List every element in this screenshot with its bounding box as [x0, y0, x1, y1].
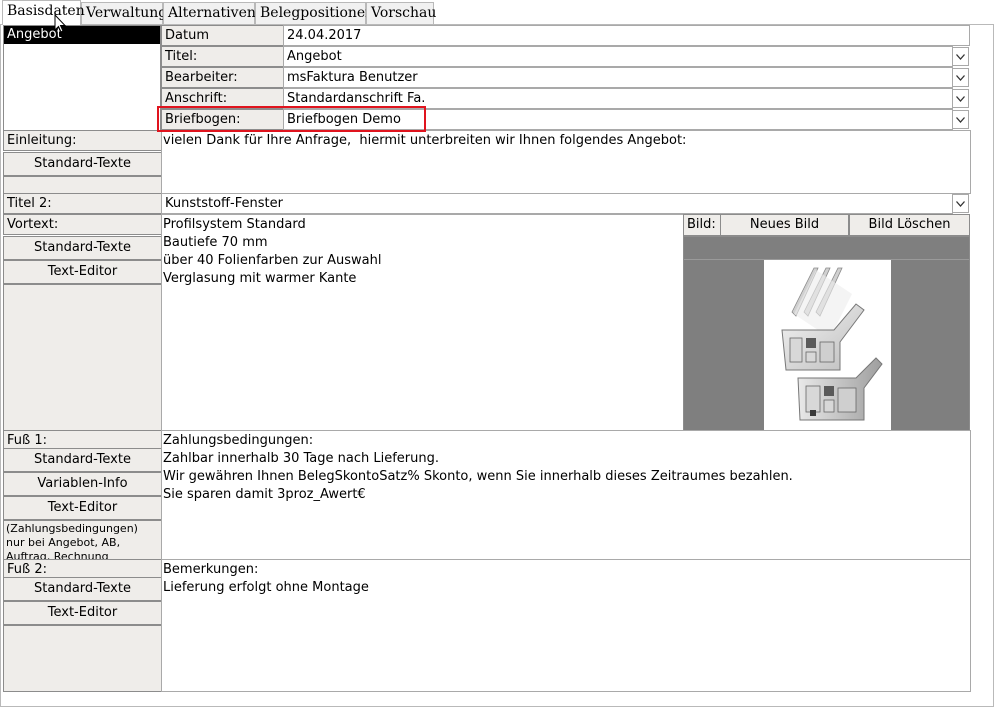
bearbeiter-label: Bearbeiter:: [161, 67, 284, 88]
chevron-down-icon: [956, 53, 965, 60]
window-profile-image: [764, 260, 891, 430]
fuss2-text-editor-button[interactable]: Text-Editor: [3, 601, 162, 625]
chevron-down-icon: [956, 74, 965, 81]
fuss2-line: Bemerkungen:: [163, 562, 259, 577]
einleitung-standard-texte-button[interactable]: Standard-Texte: [3, 152, 162, 176]
tab-vorschau[interactable]: Vorschau: [366, 2, 436, 24]
bearbeiter-dropdown-button[interactable]: [952, 68, 969, 87]
fuss1-standard-texte-button[interactable]: Standard-Texte: [3, 448, 162, 472]
tab-basisdaten[interactable]: Basisdaten: [2, 0, 85, 25]
fuss2-text[interactable]: Bemerkungen: Lieferung erfolgt ohne Mont…: [161, 559, 971, 692]
highlight-box: [157, 106, 426, 132]
fuss1-line: Zahlbar innerhalb 30 Tage nach Lieferung…: [163, 451, 439, 466]
bild-loeschen-button[interactable]: Bild Löschen: [849, 214, 970, 236]
bearbeiter-combo[interactable]: msFaktura Benutzer: [283, 67, 953, 88]
vortext-label: Vortext:: [3, 214, 162, 235]
fuss2-standard-texte-button[interactable]: Standard-Texte: [3, 577, 162, 601]
mouse-cursor-icon: [54, 14, 67, 33]
vortext-text-editor-button[interactable]: Text-Editor: [3, 260, 162, 284]
fuss1-line: Zahlungsbedingungen:: [163, 433, 314, 448]
fuss2-side-panel: [3, 625, 162, 692]
vortext-side-panel: [3, 284, 162, 431]
datum-label: Datum: [161, 25, 284, 46]
vortext-text[interactable]: Profilsystem Standard Bautiefe 70 mm übe…: [161, 214, 684, 431]
fuss1-variablen-info-button[interactable]: Variablen-Info: [3, 472, 162, 496]
fuss2-line: Lieferung erfolgt ohne Montage: [163, 580, 369, 595]
einleitung-text[interactable]: vielen Dank für Ihre Anfrage, hiermit un…: [161, 130, 971, 194]
fuss1-line: Sie sparen damit 3proz_Awert€: [163, 487, 366, 502]
vortext-line: Bautiefe 70 mm: [163, 235, 268, 250]
bild-label: Bild:: [683, 214, 721, 236]
briefbogen-dropdown-button[interactable]: [952, 110, 969, 129]
titel-combo[interactable]: Angebot: [283, 46, 953, 67]
chevron-down-icon: [956, 116, 965, 123]
vortext-line: Profilsystem Standard: [163, 217, 306, 232]
tab-belegpositionen[interactable]: Belegpositionen: [255, 2, 374, 24]
tab-alternativen[interactable]: Alternativen: [163, 2, 256, 24]
chevron-down-icon: [956, 200, 965, 207]
fuss2-label: Fuß 2:: [3, 559, 162, 579]
titel-dropdown-button[interactable]: [952, 47, 969, 66]
einleitung-spacer: [3, 176, 162, 194]
anschrift-dropdown-button[interactable]: [952, 89, 969, 108]
titel-label: Titel:: [161, 46, 284, 67]
image-frame[interactable]: [683, 236, 970, 431]
chevron-down-icon: [956, 95, 965, 102]
vortext-line: Verglasung mit warmer Kante: [163, 271, 357, 286]
vortext-line: über 40 Folienfarben zur Auswahl: [163, 253, 382, 268]
titel2-label: Titel 2:: [3, 193, 162, 214]
doc-type-selected-item[interactable]: Angebot: [4, 26, 160, 44]
fuss1-text-editor-button[interactable]: Text-Editor: [3, 496, 162, 520]
einleitung-label: Einleitung:: [3, 130, 162, 151]
fuss1-text[interactable]: Zahlungsbedingungen: Zahlbar innerhalb 3…: [161, 430, 971, 560]
window-profile-icon: [781, 267, 883, 421]
titel2-dropdown-button[interactable]: [952, 194, 969, 213]
fuss1-line: Wir gewähren Ihnen BelegSkontoSatz% Skon…: [163, 469, 793, 484]
tab-verwaltung[interactable]: Verwaltung: [81, 2, 167, 24]
titel2-combo[interactable]: Kunststoff-Fenster: [161, 193, 953, 214]
vortext-standard-texte-button[interactable]: Standard-Texte: [3, 236, 162, 260]
doc-type-listbox[interactable]: Angebot: [3, 25, 161, 131]
neues-bild-button[interactable]: Neues Bild: [720, 214, 849, 236]
datum-field[interactable]: 24.04.2017: [283, 25, 970, 46]
fuss1-note: (Zahlungsbedingungen) nur bei Angebot, A…: [3, 520, 162, 560]
